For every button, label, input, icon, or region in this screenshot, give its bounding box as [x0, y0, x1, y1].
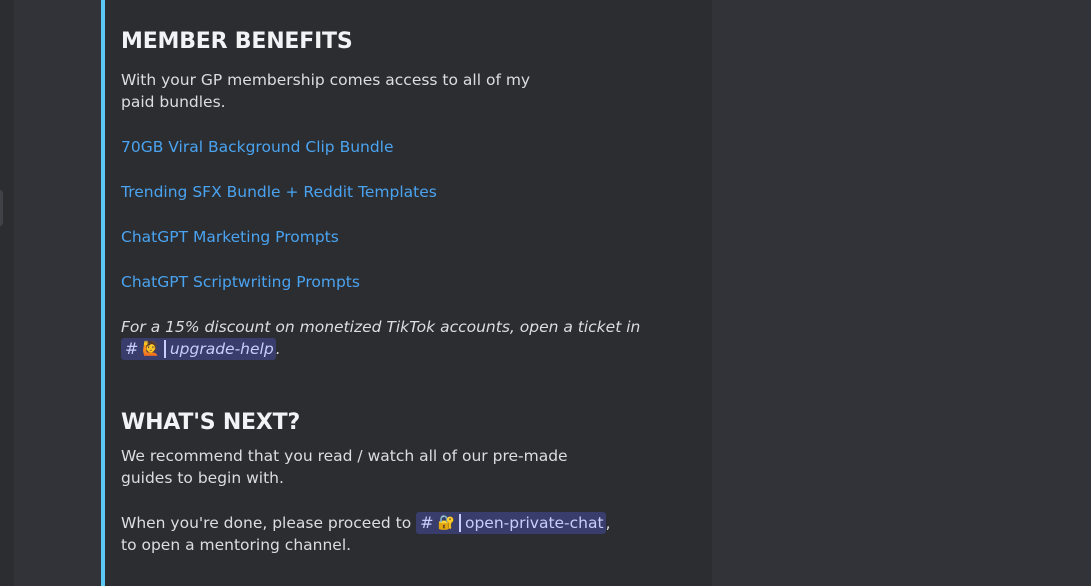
channel-mention-open-private-chat[interactable]: # 🔐 open-private-chat [416, 512, 606, 534]
channel-divider [163, 340, 166, 358]
scroll-nub [0, 190, 3, 226]
link-scriptwriting-prompts[interactable]: ChatGPT Scriptwriting Prompts [121, 271, 701, 293]
benefits-intro: With your GP membership comes access to … [121, 71, 531, 111]
raising-hand-icon: 🙋 [142, 341, 160, 357]
lock-with-key-icon: 🔐 [437, 515, 455, 531]
channel-divider [458, 514, 461, 532]
left-rail [0, 0, 14, 586]
whats-next-heading: WHAT'S NEXT? [121, 410, 301, 435]
embed-content: MEMBER BENEFITS With your GP membership … [121, 26, 701, 556]
link-marketing-prompts[interactable]: ChatGPT Marketing Prompts [121, 226, 701, 248]
embed-card: MEMBER BENEFITS With your GP membership … [101, 0, 712, 586]
channel-mention-upgrade-help[interactable]: # 🙋 upgrade-help [121, 338, 276, 360]
discount-note: For a 15% discount on monetized TikTok a… [121, 316, 701, 360]
link-sfx-bundle[interactable]: Trending SFX Bundle + Reddit Templates [121, 181, 701, 203]
proceed-after: to open a mentoring channel. [121, 536, 352, 554]
channel-hash-icon: # [420, 513, 434, 532]
next-intro: We recommend that you read / watch all o… [121, 447, 568, 487]
channel-name-upgrade-help: upgrade-help [169, 340, 274, 358]
proceed-text: When you're done, please proceed to [121, 514, 412, 532]
discount-text: For a 15% discount on monetized TikTok a… [121, 318, 641, 336]
discount-end: . [275, 340, 281, 358]
proceed-end: , [605, 514, 611, 532]
proceed-note: When you're done, please proceed to # 🔐 … [121, 512, 701, 556]
link-background-clip-bundle[interactable]: 70GB Viral Background Clip Bundle [121, 136, 701, 158]
channel-hash-icon: # [125, 339, 139, 358]
member-benefits-heading: MEMBER BENEFITS [121, 29, 353, 54]
channel-name-open-private-chat: open-private-chat [464, 514, 604, 532]
